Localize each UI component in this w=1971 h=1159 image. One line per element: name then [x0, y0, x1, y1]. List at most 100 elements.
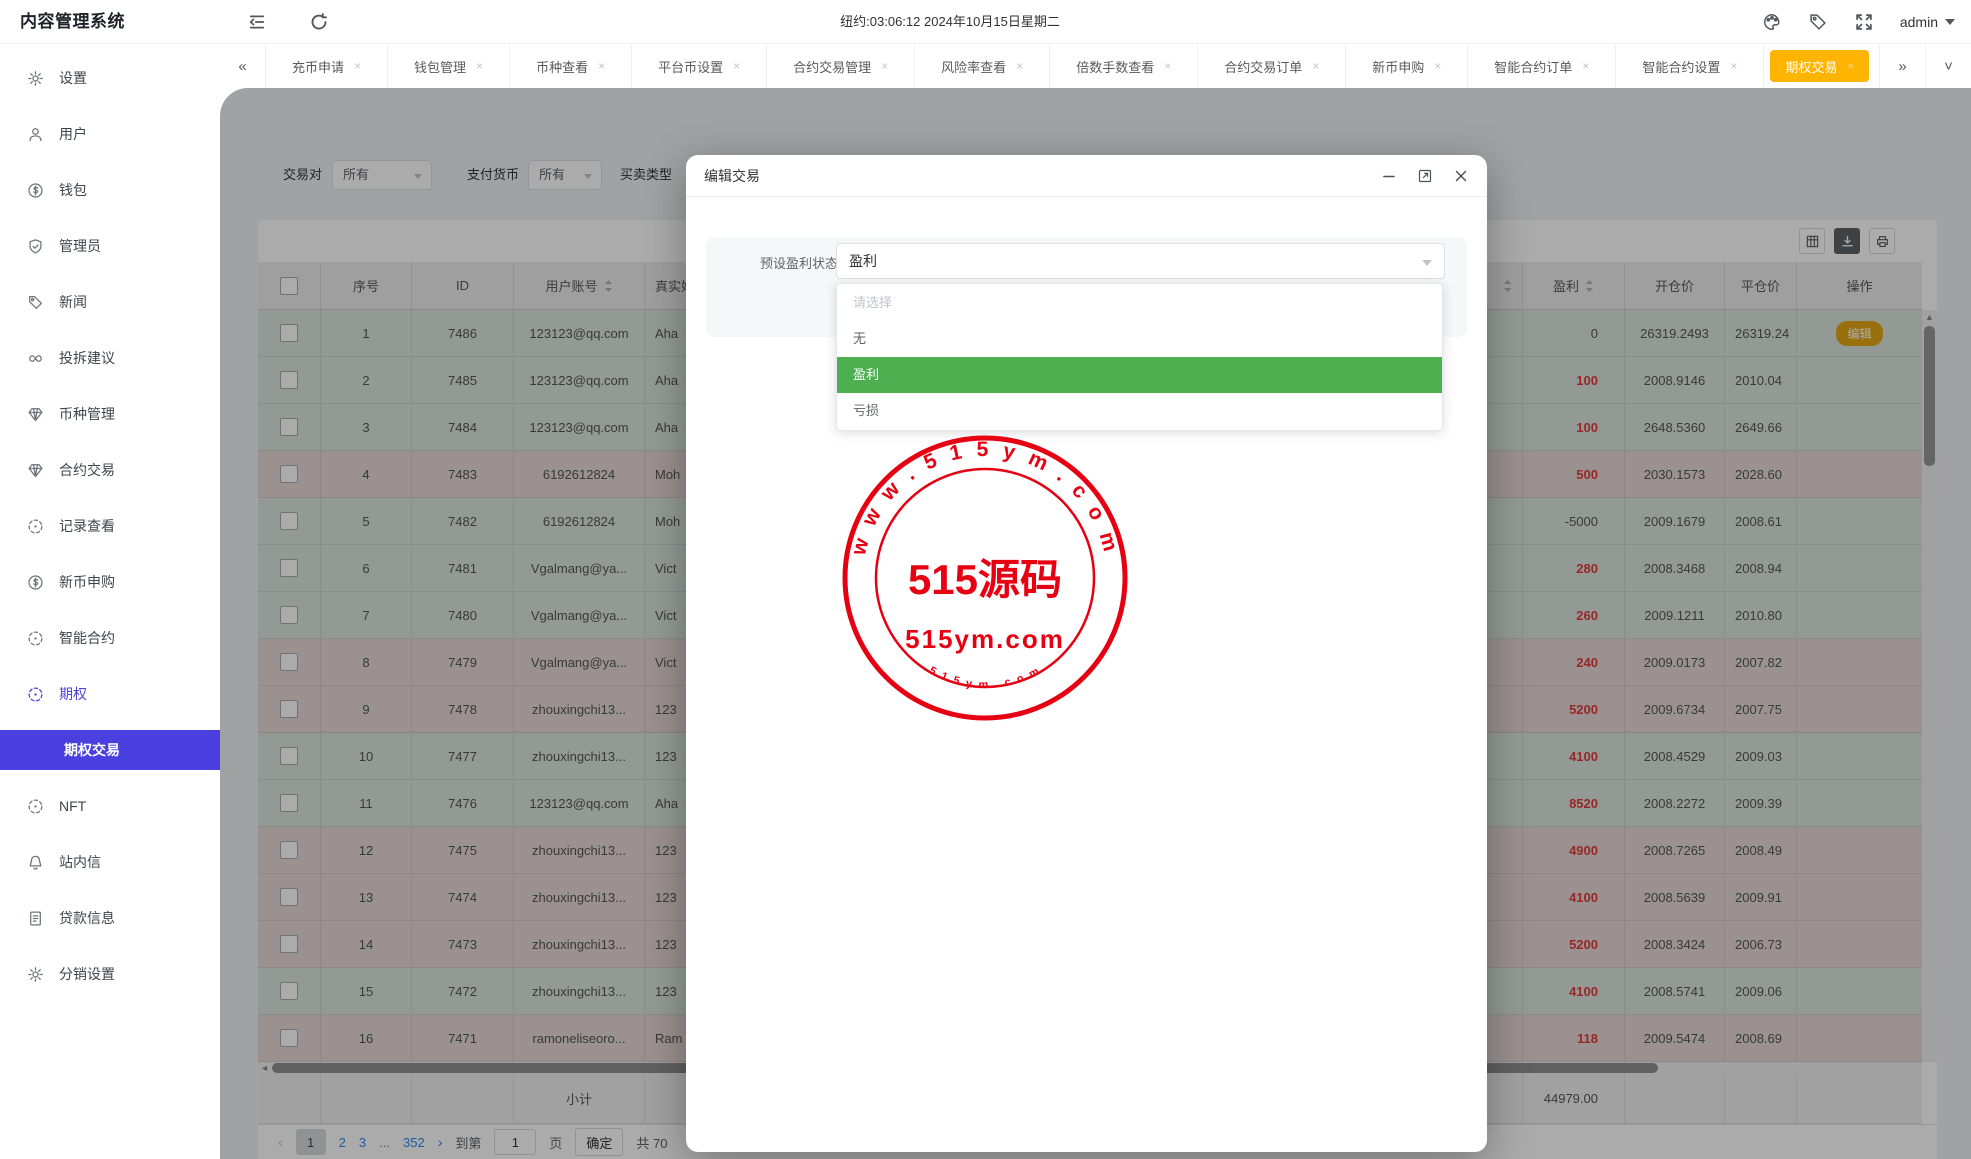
- tab-close-icon[interactable]: ×: [598, 59, 605, 73]
- dropdown-option[interactable]: 无: [837, 321, 1442, 357]
- tab[interactable]: 智能合约设置 ×: [1616, 44, 1765, 88]
- sidebar-item[interactable]: 记录查看: [0, 516, 220, 536]
- sidebar-item[interactable]: 站内信: [0, 852, 220, 872]
- world-clock: 纽约:03:06:12 2024年10月15日星期二: [840, 14, 1060, 29]
- gear-icon: [27, 966, 44, 983]
- sidebar-item-label: 贷款信息: [59, 910, 115, 926]
- tab-close-icon[interactable]: ×: [733, 59, 740, 73]
- tab[interactable]: 充币申请 ×: [266, 44, 389, 88]
- sidebar-item[interactable]: 新币申购: [0, 572, 220, 592]
- sidebar-subitem-active[interactable]: 期权交易: [0, 730, 220, 770]
- sidebar-item[interactable]: 设置: [0, 68, 220, 88]
- tag-icon[interactable]: [1808, 12, 1828, 32]
- sidebar-item[interactable]: 合约交易: [0, 460, 220, 480]
- tab-label: 智能合约订单: [1494, 59, 1573, 75]
- tab-label: 合约交易订单: [1224, 59, 1303, 75]
- tab-close-icon[interactable]: ×: [1312, 59, 1319, 73]
- sidebar-item[interactable]: 智能合约: [0, 628, 220, 648]
- sidebar-item-label: 期权: [59, 686, 87, 702]
- tab-active[interactable]: 期权交易 ×: [1764, 44, 1875, 88]
- sidebar-item-label: 站内信: [59, 854, 101, 870]
- tabs-scroll-left[interactable]: «: [220, 44, 266, 88]
- sidebar-collapse-icon[interactable]: [247, 12, 267, 32]
- dashed-circle-icon: [27, 686, 44, 703]
- tabs-collapse[interactable]: ˅: [1925, 44, 1971, 88]
- tab-label: 充币申请: [292, 59, 345, 75]
- link-icon: [27, 350, 44, 367]
- tab-label: 平台币设置: [658, 59, 724, 75]
- dollar-circle-icon: [27, 574, 44, 591]
- doc-icon: [27, 910, 44, 927]
- sidebar-item[interactable]: 投拆建议: [0, 348, 220, 368]
- tab[interactable]: 钱包管理 ×: [388, 44, 511, 88]
- sidebar-item-label: 记录查看: [59, 518, 115, 534]
- tag-icon: [27, 294, 44, 311]
- tab-close-icon[interactable]: ×: [1164, 59, 1171, 73]
- chevron-down-icon: [1945, 19, 1955, 25]
- minimize-icon[interactable]: [1381, 168, 1397, 184]
- tab[interactable]: 智能合约订单 ×: [1468, 44, 1617, 88]
- tab[interactable]: 倍数手数查看 ×: [1050, 44, 1199, 88]
- tab-label: 倍数手数查看: [1076, 59, 1155, 75]
- dropdown-option[interactable]: 请选择: [837, 285, 1442, 321]
- sidebar-item-label: 投拆建议: [59, 350, 115, 366]
- tab[interactable]: 新币申购 ×: [1346, 44, 1469, 88]
- close-icon[interactable]: [1453, 168, 1469, 184]
- sidebar-item[interactable]: 分销设置: [0, 964, 220, 984]
- sidebar-item[interactable]: 期权: [0, 684, 220, 704]
- sidebar-item-label: 智能合约: [59, 630, 115, 646]
- tab[interactable]: 合约交易订单 ×: [1198, 44, 1347, 88]
- dollar-circle-icon: [27, 182, 44, 199]
- sidebar-item[interactable]: NFT: [0, 798, 220, 815]
- tab-close-icon[interactable]: ×: [1847, 59, 1854, 73]
- top-bar: 内容管理系统 纽约:03:06:12 2024年10月15日星期二 admin: [0, 0, 1971, 44]
- sidebar-item[interactable]: 新闻: [0, 292, 220, 312]
- app-title: 内容管理系统: [20, 12, 125, 31]
- modal-title: 编辑交易: [704, 167, 760, 184]
- fullscreen-icon[interactable]: [1854, 12, 1874, 32]
- tab-label: 合约交易管理: [793, 59, 872, 75]
- dropdown-option-selected[interactable]: 盈利: [837, 357, 1442, 393]
- tab-bar: « 充币申请 × 钱包管理 × 币种查看 × 平台币设置 × 合约交易管理 × 风险率查看 × 倍数手数…: [220, 44, 1971, 88]
- maximize-icon[interactable]: [1417, 168, 1433, 184]
- tab-label: 风险率查看: [941, 59, 1007, 75]
- sidebar-item-label: NFT: [59, 798, 87, 814]
- sidebar-item-label: 币种管理: [59, 406, 115, 422]
- sidebar-item[interactable]: 贷款信息: [0, 908, 220, 928]
- sidebar-item[interactable]: 用户: [0, 124, 220, 144]
- user-menu[interactable]: admin: [1900, 14, 1955, 30]
- tab-close-icon[interactable]: ×: [354, 59, 361, 73]
- tab-label: 钱包管理: [414, 59, 467, 75]
- user-icon: [27, 126, 44, 143]
- tab[interactable]: 合约交易管理 ×: [767, 44, 916, 88]
- sidebar-item[interactable]: 币种管理: [0, 404, 220, 424]
- watermark-center-sub: 515ym.com: [905, 624, 1065, 654]
- theme-palette-icon[interactable]: [1762, 12, 1782, 32]
- tab[interactable]: 币种查看 ×: [510, 44, 633, 88]
- sidebar-item[interactable]: 管理员: [0, 236, 220, 256]
- profit-status-select[interactable]: 盈利: [836, 243, 1445, 279]
- tab-label: 币种查看: [536, 59, 589, 75]
- sidebar-item-label: 新闻: [59, 294, 87, 310]
- tabs-scroll-right[interactable]: »: [1879, 44, 1925, 88]
- username: admin: [1899, 14, 1938, 30]
- tab[interactable]: 平台币设置 ×: [632, 44, 768, 88]
- sidebar-item-label: 分销设置: [59, 966, 115, 982]
- tab-label: 新币申购: [1372, 59, 1425, 75]
- watermark-arc-top: w w w . 5 1 5 y m . c o m: [847, 438, 1119, 559]
- sidebar-item[interactable]: 钱包: [0, 180, 220, 200]
- tab-close-icon[interactable]: ×: [881, 59, 888, 73]
- sidebar-item-label: 管理员: [59, 238, 101, 254]
- refresh-icon[interactable]: [309, 12, 329, 32]
- profit-status-dropdown: 请选择无盈利 亏损: [836, 283, 1443, 431]
- tab-close-icon[interactable]: ×: [1016, 59, 1023, 73]
- tab-close-icon[interactable]: ×: [476, 59, 483, 73]
- watermark-arc-bottom: 5 1 5 y m . c o m: [927, 665, 1041, 691]
- tab-close-icon[interactable]: ×: [1730, 59, 1737, 73]
- tab-close-icon[interactable]: ×: [1582, 59, 1589, 73]
- bell-icon: [27, 854, 44, 871]
- tab-close-icon[interactable]: ×: [1434, 59, 1441, 73]
- watermark-center: 515源码: [908, 556, 1062, 603]
- tab[interactable]: 风险率查看 ×: [915, 44, 1051, 88]
- svg-text:w w w . 5 1 5 y m . c o m: w w w . 5 1 5 y m . c o m: [847, 438, 1123, 559]
